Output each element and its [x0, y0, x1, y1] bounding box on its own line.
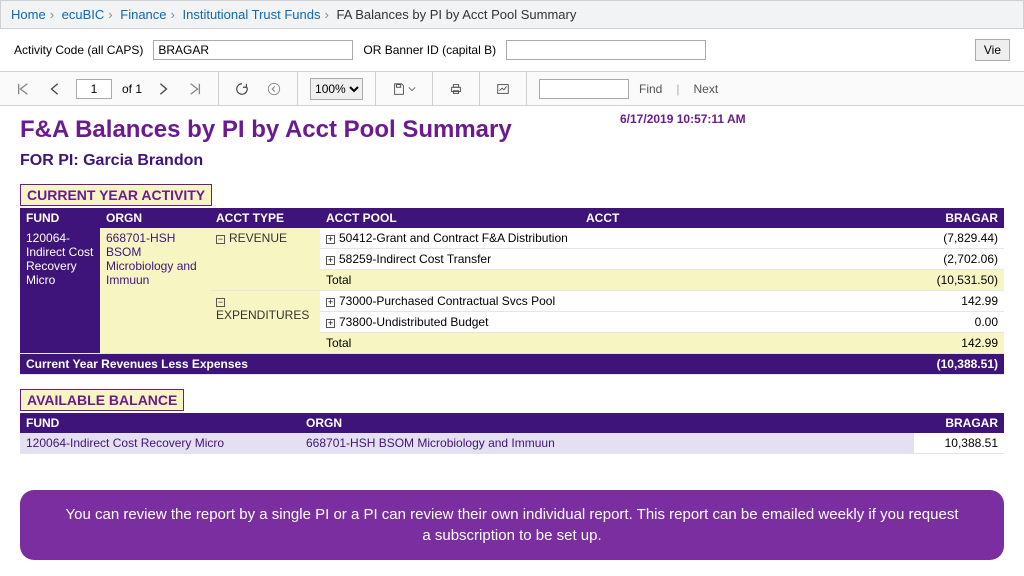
- expand-icon[interactable]: +: [326, 235, 335, 244]
- available-orgn: 668701-HSH BSOM Microbiology and Immuun: [300, 433, 914, 454]
- activity-code-input[interactable]: [153, 40, 353, 60]
- pool-row: +73000-Purchased Contractual Svcs Pool: [320, 291, 914, 312]
- col-orgn: ORGN: [300, 413, 914, 433]
- find-link[interactable]: Find: [639, 82, 662, 96]
- subtotal-label: Total: [320, 333, 914, 354]
- available-value: 10,388.51: [914, 433, 1004, 454]
- section-available-balance: AVAILABLE BALANCE: [20, 389, 184, 411]
- pool-row: +50412-Grant and Contract F&A Distributi…: [320, 228, 914, 249]
- report-body: 6/17/2019 10:57:11 AM F&A Balances by PI…: [0, 106, 1024, 474]
- back-button[interactable]: [263, 78, 285, 100]
- view-report-button[interactable]: Vie: [975, 39, 1010, 61]
- first-page-button[interactable]: [12, 78, 34, 100]
- collapse-icon[interactable]: −: [216, 235, 225, 244]
- subtotal-value: (10,531.50): [914, 270, 1004, 291]
- col-bragar: BRAGAR: [914, 413, 1004, 433]
- current-year-table: FUND ORGN ACCT TYPE ACCT POOL ACCT BRAGA…: [20, 208, 1004, 375]
- zoom-select[interactable]: 100%: [310, 78, 363, 100]
- collapse-icon[interactable]: −: [216, 298, 225, 307]
- expand-icon[interactable]: +: [326, 298, 335, 307]
- col-acct-type: ACCT TYPE: [210, 208, 320, 228]
- next-page-button[interactable]: [152, 78, 174, 100]
- acct-type-revenue: −REVENUE: [210, 228, 320, 291]
- available-balance-table: FUND ORGN BRAGAR 120064-Indirect Cost Re…: [20, 413, 1004, 454]
- fund-cell: 120064-Indirect Cost Recovery Micro: [20, 228, 100, 354]
- report-title: F&A Balances by PI by Acct Pool Summary: [20, 116, 1004, 144]
- banner-id-input[interactable]: [506, 40, 706, 60]
- grand-total-value: (10,388.51): [914, 354, 1004, 375]
- value-cell: 0.00: [914, 312, 1004, 333]
- grand-total-label: Current Year Revenues Less Expenses: [20, 354, 914, 375]
- filter-bar: Activity Code (all CAPS) OR Banner ID (c…: [0, 29, 1024, 72]
- pool-row: +58259-Indirect Cost Transfer: [320, 249, 914, 270]
- col-fund: FUND: [20, 208, 100, 228]
- report-timestamp: 6/17/2019 10:57:11 AM: [620, 112, 746, 126]
- acct-type-expenditures: −EXPENDITURES: [210, 291, 320, 354]
- breadcrumb-link[interactable]: Finance: [120, 7, 166, 22]
- banner-id-label: OR Banner ID (capital B): [363, 43, 496, 57]
- col-orgn: ORGN: [100, 208, 210, 228]
- col-acct: ACCT: [580, 208, 914, 228]
- last-page-button[interactable]: [184, 78, 206, 100]
- pool-row: +73800-Undistributed Budget: [320, 312, 914, 333]
- print-button[interactable]: [445, 78, 467, 100]
- breadcrumb-current: FA Balances by PI by Acct Pool Summary: [336, 7, 576, 22]
- available-fund: 120064-Indirect Cost Recovery Micro: [20, 433, 300, 454]
- report-toolbar: of 1 100% Find | Next: [0, 72, 1024, 106]
- page-of-label: of 1: [122, 82, 142, 96]
- pi-line: FOR PI: Garcia Brandon: [20, 152, 1004, 170]
- subtotal-label: Total: [320, 270, 914, 291]
- breadcrumb: Home› ecuBIC› Finance› Institutional Tru…: [0, 0, 1024, 29]
- find-input[interactable]: [539, 79, 629, 99]
- expand-icon[interactable]: +: [326, 256, 335, 265]
- breadcrumb-link[interactable]: ecuBIC: [62, 7, 105, 22]
- section-current-year: CURRENT YEAR ACTIVITY: [20, 184, 212, 206]
- value-cell: (2,702.06): [914, 249, 1004, 270]
- refresh-button[interactable]: [231, 78, 253, 100]
- breadcrumb-link[interactable]: Institutional Trust Funds: [182, 7, 320, 22]
- prev-page-button[interactable]: [44, 78, 66, 100]
- info-callout: You can review the report by a single PI…: [20, 490, 1004, 560]
- breadcrumb-link[interactable]: Home: [11, 7, 46, 22]
- col-bragar: BRAGAR: [914, 208, 1004, 228]
- orgn-cell: 668701-HSH BSOM Microbiology and Immuun: [100, 228, 210, 354]
- col-fund: FUND: [20, 413, 300, 433]
- find-next-link[interactable]: Next: [693, 82, 718, 96]
- activity-code-label: Activity Code (all CAPS): [14, 43, 143, 57]
- page-number-input[interactable]: [76, 79, 112, 99]
- col-acct-pool: ACCT POOL: [320, 208, 580, 228]
- save-button[interactable]: [388, 78, 420, 100]
- value-cell: 142.99: [914, 291, 1004, 312]
- expand-icon[interactable]: +: [326, 319, 335, 328]
- chart-icon-button[interactable]: [492, 78, 514, 100]
- value-cell: (7,829.44): [914, 228, 1004, 249]
- subtotal-value: 142.99: [914, 333, 1004, 354]
